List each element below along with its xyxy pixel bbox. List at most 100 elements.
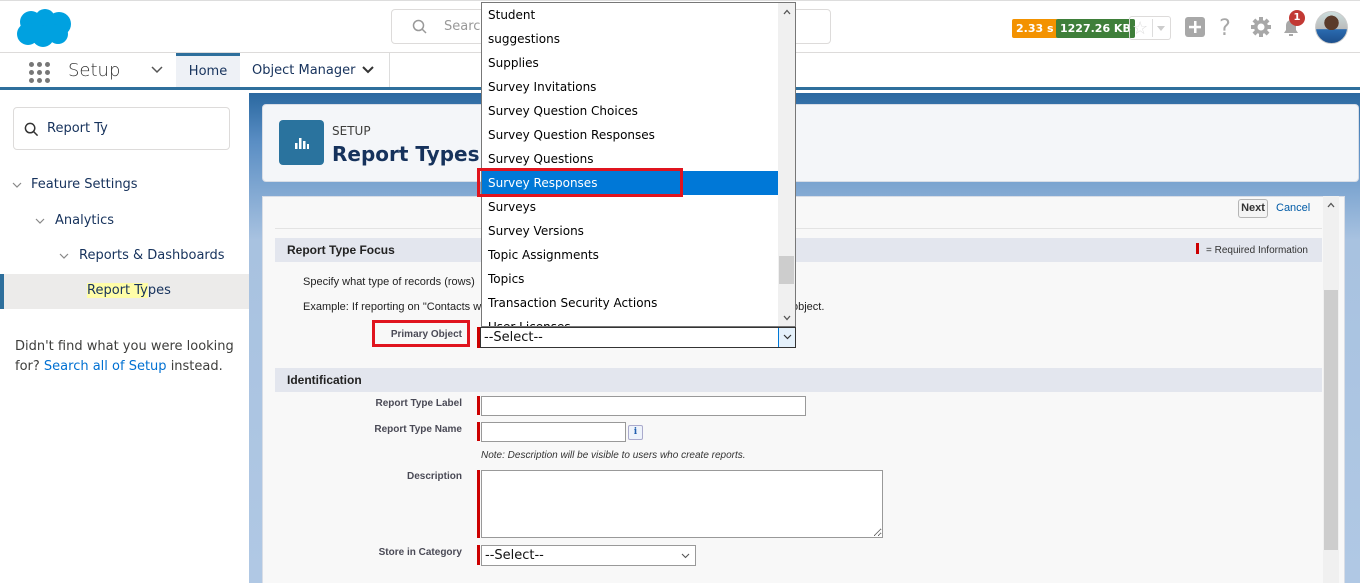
favorites-button[interactable]: ☆: [1129, 16, 1171, 40]
required-legend-text: = Required Information: [1205, 245, 1308, 256]
dropdown-option[interactable]: Topic Assignments: [482, 243, 778, 267]
tree-item-report-types[interactable]: Report Types: [0, 274, 249, 309]
help-icon[interactable]: ?: [1214, 16, 1236, 38]
chevron-down-icon[interactable]: [150, 65, 164, 75]
report-type-label-input[interactable]: [481, 396, 806, 416]
scrollbar-thumb[interactable]: [1324, 290, 1338, 550]
next-button[interactable]: Next: [1238, 199, 1268, 218]
tree-item-label: Reports & Dashboards: [79, 248, 225, 263]
not-found-suffix: instead.: [170, 359, 223, 374]
report-type-icon: [279, 120, 324, 165]
description-label: Description: [406, 471, 462, 482]
search-icon: [412, 19, 427, 34]
info-icon[interactable]: i: [628, 425, 643, 440]
search-all-setup-link[interactable]: Search all of Setup: [44, 359, 167, 374]
focus-description: Specify what type of records (rows): [303, 276, 475, 288]
star-icon[interactable]: ☆: [1132, 17, 1148, 39]
page-title: Report Types: [332, 142, 480, 166]
focus-example-tail: object.: [792, 301, 825, 313]
divider: [1152, 19, 1153, 37]
page-eyebrow: SETUP: [332, 124, 371, 138]
avatar[interactable]: [1315, 11, 1348, 44]
dropdown-option[interactable]: Survey Question Choices: [482, 99, 778, 123]
page-header-extension: [796, 104, 1359, 182]
bar-chart-icon: [295, 138, 309, 149]
not-found-message: Didn't find what you were looking for? S…: [15, 337, 240, 377]
scrollbar-thumb[interactable]: [779, 256, 794, 284]
section-report-type-focus: Report Type Focus = Required Information: [275, 238, 1322, 262]
app-launcher-icon[interactable]: [28, 61, 50, 83]
quick-find-value: Report Ty: [47, 121, 108, 136]
favorites-dropdown-icon[interactable]: [1157, 26, 1165, 31]
tree-item-analytics[interactable]: Analytics: [35, 213, 114, 228]
chevron-down-icon: [783, 334, 792, 340]
store-in-category-select[interactable]: --Select--: [481, 545, 696, 566]
dropdown-option[interactable]: Survey Invitations: [482, 75, 778, 99]
tab-home[interactable]: Home: [176, 53, 240, 87]
tree-item-reports-dashboards[interactable]: Reports & Dashboards: [59, 248, 225, 263]
tree-item-label: Analytics: [55, 213, 115, 228]
report-type-label-label: Report Type Label: [375, 398, 463, 409]
form-scrollbar[interactable]: [1323, 196, 1339, 583]
required-indicator: [477, 545, 480, 565]
category-value: --Select--: [485, 548, 544, 563]
required-indicator: [477, 470, 480, 538]
annotation-highlight-box: [477, 168, 683, 197]
dropdown-scrollbar[interactable]: [778, 3, 795, 326]
dropdown-option[interactable]: Transaction Security Actions: [482, 291, 778, 315]
tab-object-manager[interactable]: Object Manager: [240, 53, 390, 87]
quick-find-input[interactable]: Report Ty: [13, 107, 230, 150]
chevron-down-icon: [681, 553, 690, 559]
report-type-name-input[interactable]: [481, 422, 626, 442]
dropdown-option[interactable]: User Licenses: [482, 315, 778, 326]
section-title: Identification: [287, 373, 362, 387]
required-indicator: [1195, 243, 1199, 254]
app-name: Setup: [68, 60, 121, 81]
required-legend: = Required Information: [1195, 243, 1308, 256]
setup-sidebar: Report Ty Feature Settings Analytics Rep…: [0, 93, 249, 583]
scroll-up-icon[interactable]: [1327, 202, 1335, 208]
primary-object-select[interactable]: --Select--: [480, 327, 796, 348]
chevron-down-icon[interactable]: [59, 253, 69, 260]
chevron-down-icon[interactable]: [35, 218, 45, 225]
dropdown-option[interactable]: Topics: [482, 267, 778, 291]
description-textarea[interactable]: [481, 470, 883, 538]
primary-object-value: --Select--: [484, 330, 543, 345]
select-dropdown-button[interactable]: [778, 328, 795, 347]
required-indicator: [477, 396, 480, 415]
primary-object-dropdown-list[interactable]: Student suggestions Supplies Survey Invi…: [481, 2, 796, 327]
scroll-down-icon[interactable]: [783, 315, 791, 321]
gear-icon[interactable]: [1250, 16, 1272, 38]
description-note: Note: Description will be visible to use…: [481, 450, 746, 461]
perf-time-badge: 2.33 s: [1012, 19, 1058, 38]
search-icon: [24, 122, 39, 137]
search-match-highlight: Report Ty: [87, 283, 148, 298]
dropdown-option[interactable]: Survey Question Responses: [482, 123, 778, 147]
tree-item-feature-settings[interactable]: Feature Settings: [12, 177, 138, 192]
dropdown-option[interactable]: Student: [482, 3, 778, 27]
notification-count-badge: 1: [1289, 10, 1305, 26]
required-indicator: [477, 422, 480, 441]
form-toolbar: [275, 196, 1322, 229]
dropdown-option[interactable]: Surveys: [482, 195, 778, 219]
chevron-down-icon[interactable]: [362, 65, 374, 74]
scroll-up-icon[interactable]: [783, 9, 791, 15]
store-in-category-label: Store in Category: [378, 547, 462, 558]
svg-text:?: ?: [1219, 16, 1231, 38]
tree-item-label: Feature Settings: [31, 177, 138, 192]
focus-example: Example: If reporting on "Contacts wi: [303, 301, 484, 313]
section-title: Report Type Focus: [287, 243, 395, 257]
dropdown-option[interactable]: Supplies: [482, 51, 778, 75]
salesforce-logo[interactable]: [14, 8, 74, 48]
annotation-highlight-box: [372, 320, 470, 347]
dropdown-option[interactable]: Survey Versions: [482, 219, 778, 243]
add-icon[interactable]: [1184, 16, 1206, 38]
cancel-link[interactable]: Cancel: [1276, 202, 1310, 214]
label-rest: pes: [147, 283, 171, 298]
tab-home-label: Home: [188, 64, 228, 79]
perf-size-badge: 1227.26 KB: [1056, 19, 1135, 38]
chevron-down-icon[interactable]: [12, 182, 22, 189]
section-identification: Identification: [275, 368, 1322, 392]
tab-object-manager-label: Object Manager: [252, 63, 356, 78]
dropdown-option[interactable]: suggestions: [482, 27, 778, 51]
